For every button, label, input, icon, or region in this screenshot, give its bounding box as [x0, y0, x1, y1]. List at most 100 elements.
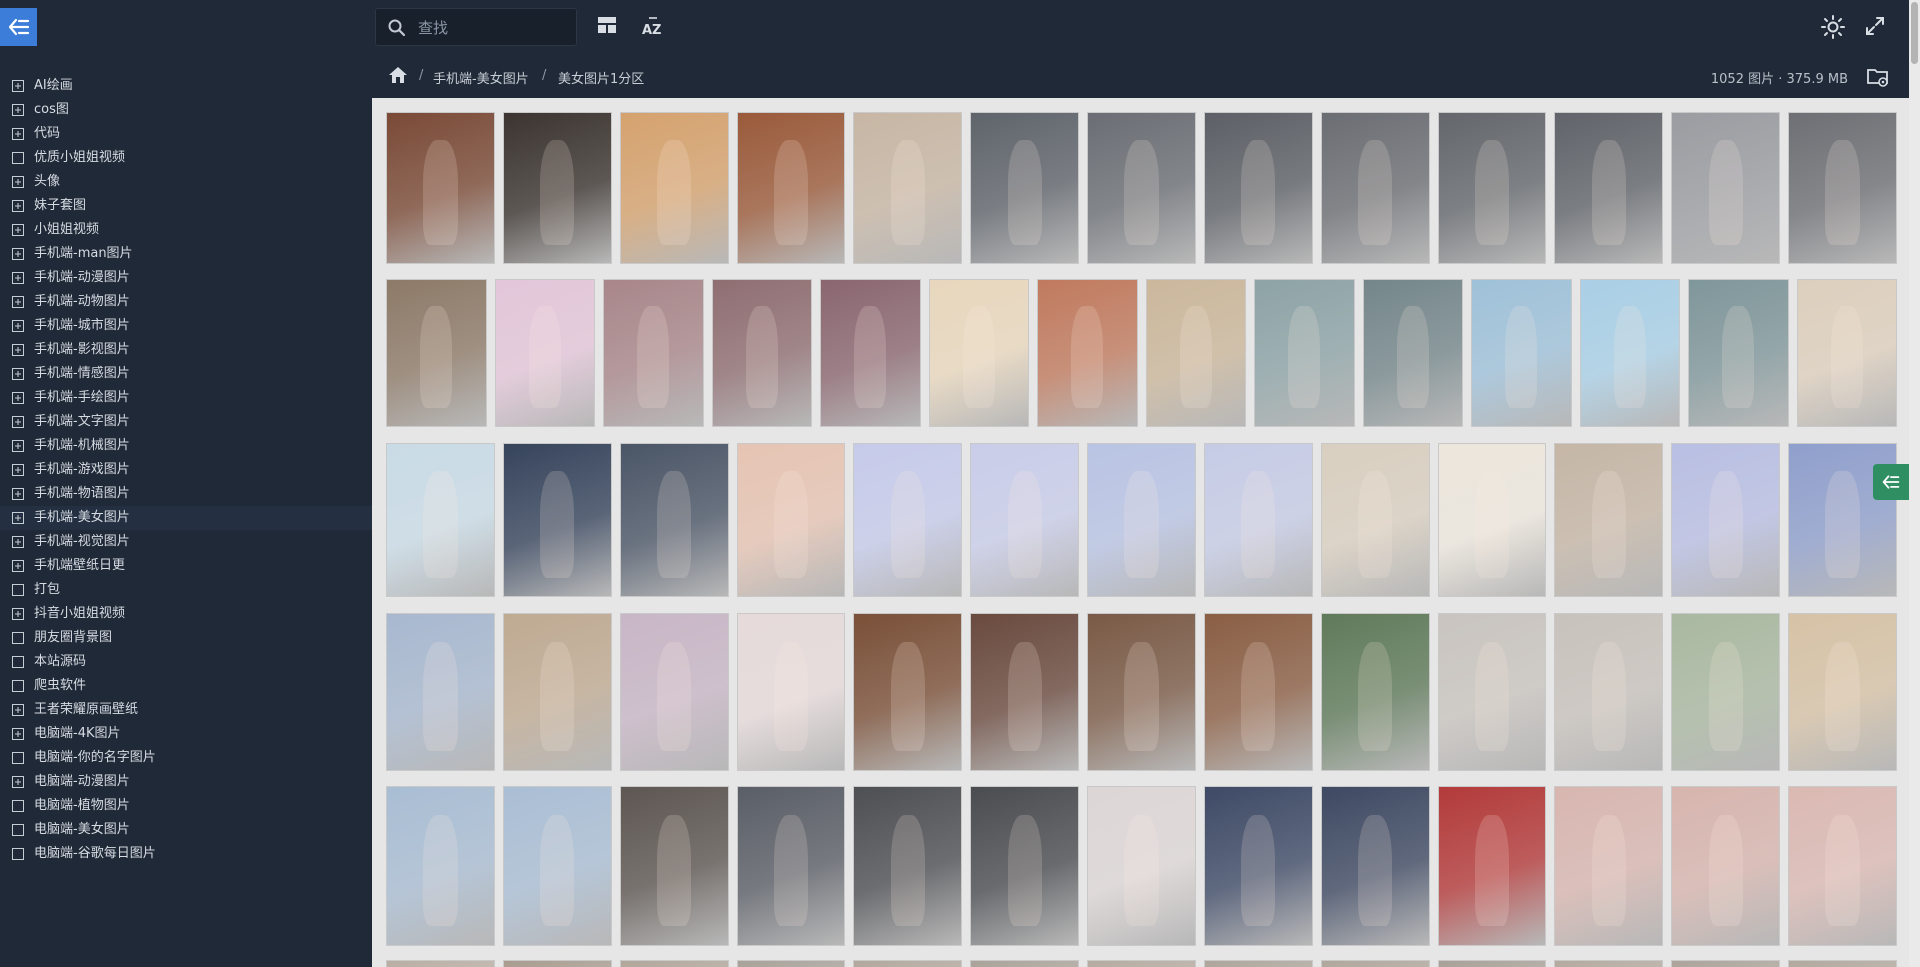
image-thumbnail[interactable] — [1671, 443, 1781, 597]
image-thumbnail[interactable] — [1437, 613, 1547, 771]
image-thumbnail[interactable] — [1203, 613, 1313, 771]
image-thumbnail[interactable] — [970, 786, 1080, 946]
image-thumbnail[interactable] — [1671, 112, 1781, 264]
sidebar-item-5[interactable]: 妹子套图 — [0, 194, 372, 218]
folder-plus-icon[interactable] — [12, 296, 24, 308]
sidebar-item-23[interactable]: 朋友圈背景图 — [0, 626, 372, 650]
image-thumbnail[interactable] — [1320, 112, 1430, 264]
sidebar-item-18[interactable]: 手机端-美女图片 — [0, 506, 372, 530]
image-thumbnail[interactable] — [619, 112, 729, 264]
image-thumbnail[interactable] — [1554, 613, 1664, 771]
image-thumbnail[interactable] — [1688, 279, 1789, 427]
folder-plus-icon[interactable] — [12, 128, 24, 140]
image-thumbnail[interactable] — [1796, 279, 1897, 427]
folder-plus-icon[interactable] — [12, 416, 24, 428]
folder-plus-icon[interactable] — [12, 704, 24, 716]
image-thumbnail[interactable] — [1320, 786, 1430, 946]
image-thumbnail[interactable] — [1554, 112, 1664, 264]
sidebar-item-32[interactable]: 电脑端-谷歌每日图片 — [0, 842, 372, 866]
side-panel-toggle-button[interactable] — [1873, 464, 1909, 500]
breadcrumb-item-current[interactable]: 美女图片1分区 — [558, 68, 644, 87]
sidebar-item-24[interactable]: 本站源码 — [0, 650, 372, 674]
sidebar-item-12[interactable]: 手机端-情感图片 — [0, 362, 372, 386]
folder-plus-icon[interactable] — [12, 440, 24, 452]
home-icon[interactable] — [388, 66, 408, 88]
sidebar-item-30[interactable]: 电脑端-植物图片 — [0, 794, 372, 818]
sidebar-item-4[interactable]: 头像 — [0, 170, 372, 194]
image-thumbnail[interactable] — [502, 960, 612, 967]
image-thumbnail[interactable] — [736, 786, 846, 946]
folder-settings-button[interactable] — [1866, 66, 1890, 88]
folder-plus-icon[interactable] — [12, 248, 24, 260]
folder-icon[interactable] — [12, 848, 24, 860]
image-thumbnail[interactable] — [1471, 279, 1572, 427]
folder-icon[interactable] — [12, 752, 24, 764]
image-thumbnail[interactable] — [736, 960, 846, 967]
image-thumbnail[interactable] — [386, 443, 495, 597]
sidebar-item-6[interactable]: 小姐姐视频 — [0, 218, 372, 242]
image-thumbnail[interactable] — [1554, 443, 1664, 597]
image-thumbnail[interactable] — [619, 786, 729, 946]
image-thumbnail[interactable] — [386, 960, 495, 967]
sidebar-item-25[interactable]: 爬虫软件 — [0, 674, 372, 698]
image-thumbnail[interactable] — [1437, 112, 1547, 264]
folder-plus-icon[interactable] — [12, 80, 24, 92]
image-thumbnail[interactable] — [1203, 960, 1313, 967]
image-thumbnail[interactable] — [970, 443, 1080, 597]
folder-plus-icon[interactable] — [12, 728, 24, 740]
sidebar-item-22[interactable]: 抖音小姐姐视频 — [0, 602, 372, 626]
image-thumbnail[interactable] — [1087, 960, 1196, 967]
folder-plus-icon[interactable] — [12, 464, 24, 476]
sidebar-item-10[interactable]: 手机端-城市图片 — [0, 314, 372, 338]
folder-plus-icon[interactable] — [12, 272, 24, 284]
folder-icon[interactable] — [12, 800, 24, 812]
sidebar-item-1[interactable]: cos图 — [0, 98, 372, 122]
folder-plus-icon[interactable] — [12, 104, 24, 116]
image-thumbnail[interactable] — [1788, 112, 1897, 264]
folder-plus-icon[interactable] — [12, 368, 24, 380]
sidebar-item-9[interactable]: 手机端-动物图片 — [0, 290, 372, 314]
image-thumbnail[interactable] — [1254, 279, 1355, 427]
image-thumbnail[interactable] — [1362, 279, 1463, 427]
image-thumbnail[interactable] — [619, 960, 729, 967]
image-thumbnail[interactable] — [1087, 613, 1196, 771]
sidebar-item-27[interactable]: 电脑端-4K图片 — [0, 722, 372, 746]
sidebar-item-0[interactable]: AI绘画 — [0, 74, 372, 98]
image-thumbnail[interactable] — [502, 443, 612, 597]
image-thumbnail[interactable] — [1087, 112, 1196, 264]
image-thumbnail[interactable] — [1671, 960, 1781, 967]
breadcrumb-item-parent[interactable]: 手机端-美女图片 — [433, 68, 529, 87]
image-thumbnail[interactable] — [1437, 786, 1547, 946]
folder-icon[interactable] — [12, 824, 24, 836]
image-thumbnail[interactable] — [970, 960, 1080, 967]
sidebar-item-28[interactable]: 电脑端-你的名字图片 — [0, 746, 372, 770]
image-thumbnail[interactable] — [853, 443, 963, 597]
sidebar-item-11[interactable]: 手机端-影视图片 — [0, 338, 372, 362]
sort-button[interactable]: AZ — [640, 15, 666, 39]
search-input[interactable] — [416, 9, 570, 47]
image-thumbnail[interactable] — [386, 613, 495, 771]
folder-plus-icon[interactable] — [12, 224, 24, 236]
sidebar-item-17[interactable]: 手机端-物语图片 — [0, 482, 372, 506]
image-thumbnail[interactable] — [928, 279, 1029, 427]
sidebar-item-13[interactable]: 手机端-手绘图片 — [0, 386, 372, 410]
folder-plus-icon[interactable] — [12, 488, 24, 500]
sidebar-item-2[interactable]: 代码 — [0, 122, 372, 146]
image-thumbnail[interactable] — [386, 279, 487, 427]
image-thumbnail[interactable] — [502, 613, 612, 771]
image-thumbnail[interactable] — [619, 443, 729, 597]
theme-toggle-button[interactable] — [1820, 14, 1846, 40]
image-thumbnail[interactable] — [1671, 613, 1781, 771]
folder-plus-icon[interactable] — [12, 536, 24, 548]
image-thumbnail[interactable] — [386, 786, 495, 946]
image-thumbnail[interactable] — [502, 786, 612, 946]
sidebar-item-16[interactable]: 手机端-游戏图片 — [0, 458, 372, 482]
image-thumbnail[interactable] — [853, 960, 963, 967]
sidebar-item-14[interactable]: 手机端-文字图片 — [0, 410, 372, 434]
image-thumbnail[interactable] — [1320, 960, 1430, 967]
scrollbar[interactable] — [1909, 0, 1920, 967]
image-thumbnail[interactable] — [970, 613, 1080, 771]
image-thumbnail[interactable] — [1203, 786, 1313, 946]
image-thumbnail[interactable] — [853, 786, 963, 946]
sidebar-item-15[interactable]: 手机端-机械图片 — [0, 434, 372, 458]
